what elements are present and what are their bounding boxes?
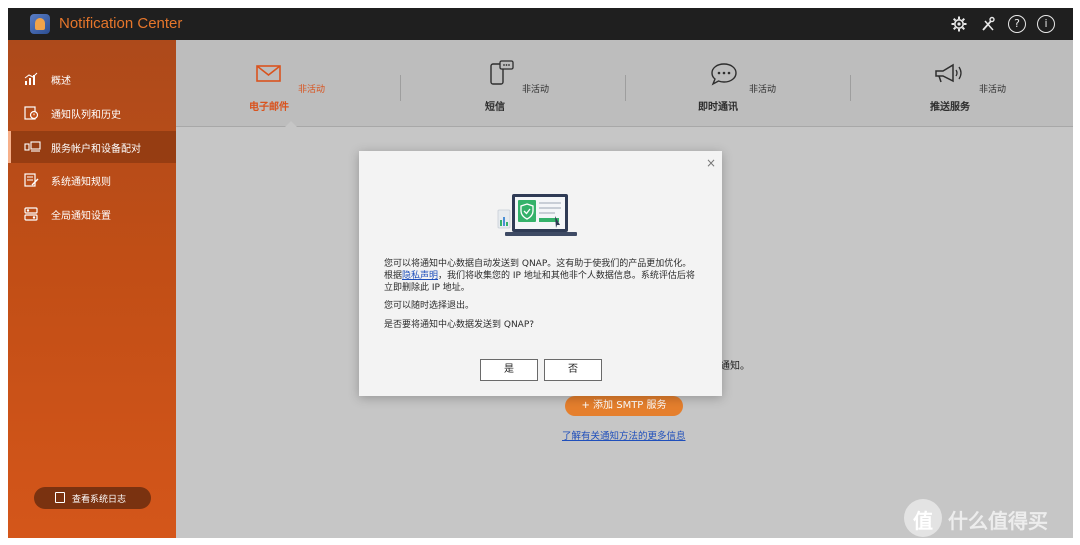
sidebar-item-history[interactable]: 通知队列和历史 <box>8 97 176 129</box>
tab-status: 非活动 <box>979 85 1007 95</box>
history-icon <box>24 106 39 120</box>
dialog-question: 是否要将通知中心数据发送到 QNAP? <box>384 320 535 330</box>
app-window: Notification Center ? i 概述 通知队列和历史 服务帐户和… <box>8 8 1073 538</box>
data-collection-dialog: × 您可以将通知中心数据自动发送到 QNAP。这有助于使我们的产品更加优化。根据… <box>359 151 722 396</box>
privacy-statement-link[interactable]: 隐私声明 <box>402 271 438 281</box>
gear-icon[interactable] <box>950 15 968 33</box>
sidebar-item-label: 全局通知设置 <box>51 211 111 222</box>
sidebar-item-pairing[interactable]: 服务帐户和设备配对 <box>8 131 176 163</box>
sidebar-item-label: 概述 <box>51 76 71 87</box>
app-title: Notification Center <box>59 15 183 32</box>
tab-status: 非活动 <box>522 85 550 95</box>
yes-button[interactable]: 是 <box>480 359 538 381</box>
watermark: 什么值得买 <box>904 499 1074 539</box>
tab-label: 电子邮件 <box>249 102 289 113</box>
tools-icon[interactable] <box>979 15 997 33</box>
tab-label: 即时通讯 <box>698 102 738 113</box>
pairing-icon <box>24 140 41 154</box>
app-logo-icon <box>30 14 50 34</box>
learn-more-link[interactable]: 了解有关通知方法的更多信息 <box>562 428 686 442</box>
tab-instant-messaging[interactable]: 非活动 即时通讯 <box>626 40 850 127</box>
add-smtp-service-button[interactable]: + 添加 SMTP 服务 <box>565 396 683 416</box>
title-bar: Notification Center ? i <box>8 8 1073 40</box>
sidebar-item-overview[interactable]: 概述 <box>8 63 176 95</box>
sidebar-item-label: 系统通知规则 <box>51 177 111 188</box>
sidebar-item-label: 通知队列和历史 <box>51 110 121 121</box>
opt-out-text: 您可以随时选择退出。 <box>384 301 475 311</box>
tab-status: 非活动 <box>298 85 326 95</box>
active-tab-caret <box>284 121 298 128</box>
sidebar: 概述 通知队列和历史 服务帐户和设备配对 系统通知规则 全局通知设置 查看系统日… <box>8 40 176 538</box>
info-icon[interactable]: i <box>1037 15 1055 33</box>
sidebar-item-rules[interactable]: 系统通知规则 <box>8 164 176 196</box>
close-icon[interactable]: × <box>706 156 716 170</box>
intro-text-partial: 通知。 <box>720 361 750 372</box>
method-tabs: 非活动 电子邮件 非活动 短信 非活动 即时通讯 非活动 推送服务 <box>176 40 1073 128</box>
megaphone-icon <box>933 63 967 86</box>
tab-label: 推送服务 <box>930 102 970 113</box>
tab-push-service[interactable]: 非活动 推送服务 <box>851 40 1073 127</box>
log-icon <box>55 492 65 503</box>
dialog-message: 您可以将通知中心数据自动发送到 QNAP。这有助于使我们的产品更加优化。根据隐私… <box>384 258 699 294</box>
chart-icon <box>24 72 39 86</box>
tab-status: 非活动 <box>749 85 777 95</box>
watermark-logo <box>904 499 942 537</box>
laptop-illustration <box>497 192 583 242</box>
view-system-log-button[interactable]: 查看系统日志 <box>34 487 151 509</box>
email-icon <box>256 64 284 86</box>
tab-label: 短信 <box>485 102 505 113</box>
watermark-text: 什么值得买 <box>948 509 1048 533</box>
sidebar-item-global-settings[interactable]: 全局通知设置 <box>8 198 176 230</box>
rules-icon <box>24 173 39 187</box>
log-button-label: 查看系统日志 <box>72 495 127 505</box>
chat-icon <box>710 63 738 86</box>
sidebar-item-label: 服务帐户和设备配对 <box>51 144 141 155</box>
tab-sms[interactable]: 非活动 短信 <box>401 40 625 127</box>
help-icon[interactable]: ? <box>1008 15 1026 33</box>
tab-email[interactable]: 非活动 电子邮件 <box>176 40 400 128</box>
sms-icon <box>487 60 515 86</box>
no-button[interactable]: 否 <box>544 359 602 381</box>
screen: Notification Center ? i 概述 通知队列和历史 服务帐户和… <box>0 0 1080 545</box>
settings-icon <box>24 207 39 221</box>
